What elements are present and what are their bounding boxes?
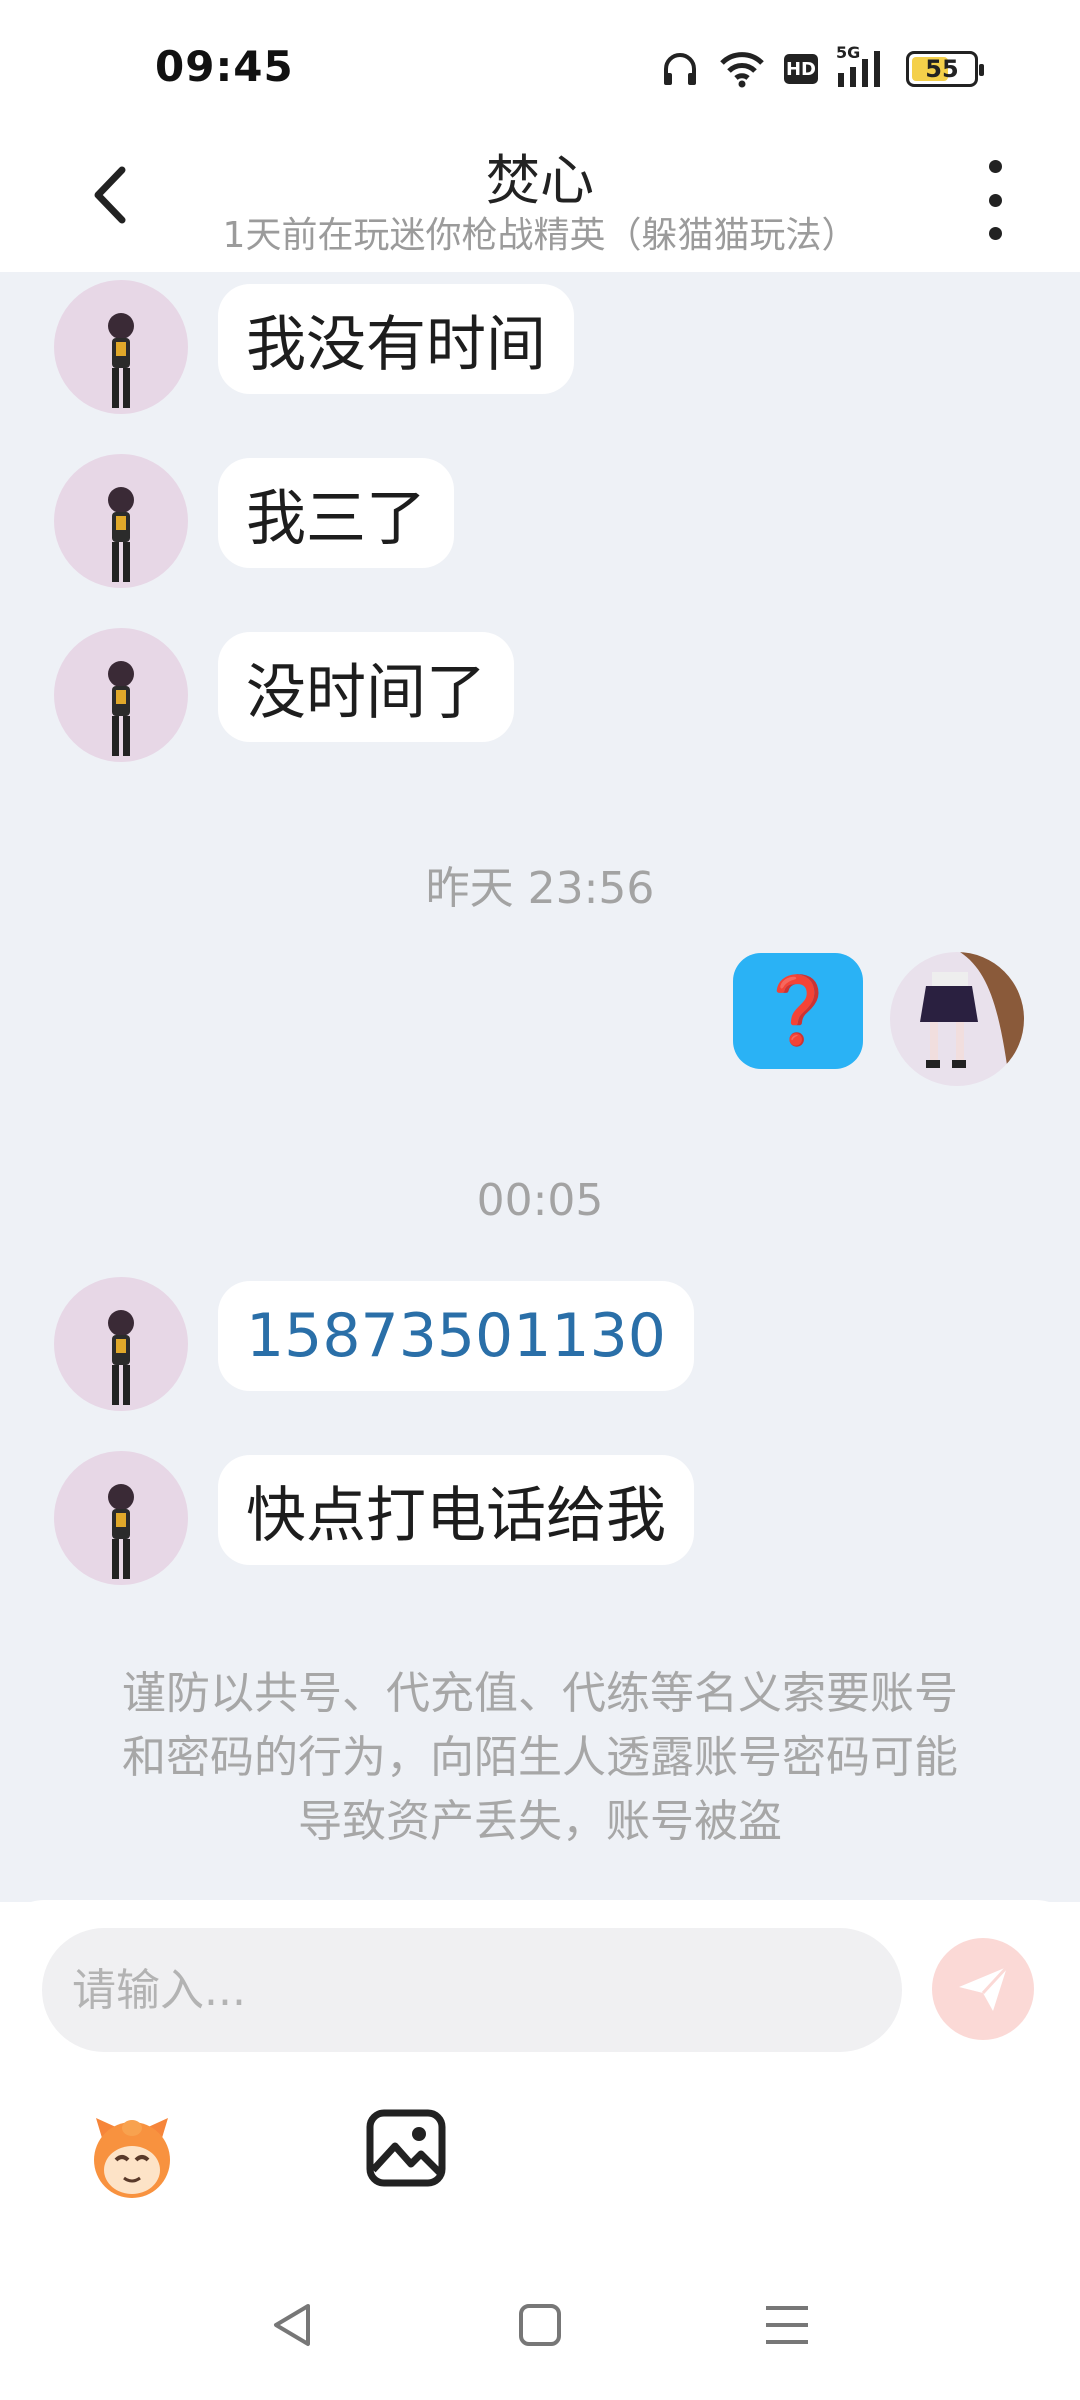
my-message-bubble[interactable]: ❓ <box>733 953 863 1069</box>
send-icon <box>959 1965 1009 2011</box>
headphones-icon <box>664 53 696 85</box>
message-timestamp: 昨天 23:56 <box>425 863 655 914</box>
more-dot-icon <box>988 160 1002 173</box>
image-picker-button[interactable] <box>365 2108 447 2188</box>
emoji-button[interactable] <box>82 2104 182 2204</box>
message-timestamp: 00:05 <box>476 1175 604 1226</box>
contact-name: 焚心 <box>486 149 594 212</box>
my-avatar[interactable] <box>890 952 1024 1086</box>
contact-avatar[interactable] <box>54 280 188 414</box>
battery-level: 55 <box>925 55 959 83</box>
contact-activity: 1天前在玩迷你枪战精英（躲猫猫玩法） <box>222 215 858 256</box>
message-bubble[interactable]: 快点打电话给我 <box>218 1455 694 1565</box>
message-bubble[interactable]: 我三了 <box>218 458 454 568</box>
message-bubble[interactable]: 没时间了 <box>218 632 514 742</box>
nav-back-icon[interactable] <box>268 2300 318 2350</box>
status-time: 09:45 <box>155 42 294 91</box>
more-dot-icon <box>988 193 1002 207</box>
system-nav-bar <box>0 2270 1080 2380</box>
battery-icon: 55 <box>906 51 984 87</box>
emoji-mascot-icon <box>94 2118 170 2198</box>
contact-avatar[interactable] <box>54 1451 188 1585</box>
message-bubble[interactable]: 我没有时间 <box>218 284 574 394</box>
status-icons: HD 5G 55 <box>660 43 984 94</box>
phone-number-link[interactable]: 15873501130 <box>218 1281 694 1391</box>
nav-home-icon[interactable] <box>515 2300 565 2350</box>
contact-avatar[interactable] <box>54 1277 188 1411</box>
more-options-button[interactable] <box>980 160 1010 240</box>
question-emoji: ❓ <box>756 972 840 1049</box>
send-button[interactable] <box>932 1938 1034 2040</box>
image-icon <box>366 2109 446 2187</box>
nav-menu-icon[interactable] <box>762 2300 812 2350</box>
contact-avatar[interactable] <box>54 454 188 588</box>
more-dot-icon <box>988 227 1002 240</box>
cell-signal-icon: 5G <box>836 43 888 89</box>
security-notice: 谨防以共号、代充值、代练等名义索要账号和密码的行为，向陌生人透露账号密码可能导致… <box>122 1668 958 1847</box>
wifi-icon <box>720 52 764 88</box>
hd-badge: HD <box>784 54 818 84</box>
chat-header: 焚心 1天前在玩迷你枪战精英（躲猫猫玩法） <box>0 130 1080 272</box>
message-input[interactable] <box>72 1964 902 2016</box>
contact-avatar[interactable] <box>54 628 188 762</box>
message-input-container[interactable] <box>42 1928 902 2052</box>
status-bar: 09:45 HD 5G 55 <box>0 0 1080 130</box>
